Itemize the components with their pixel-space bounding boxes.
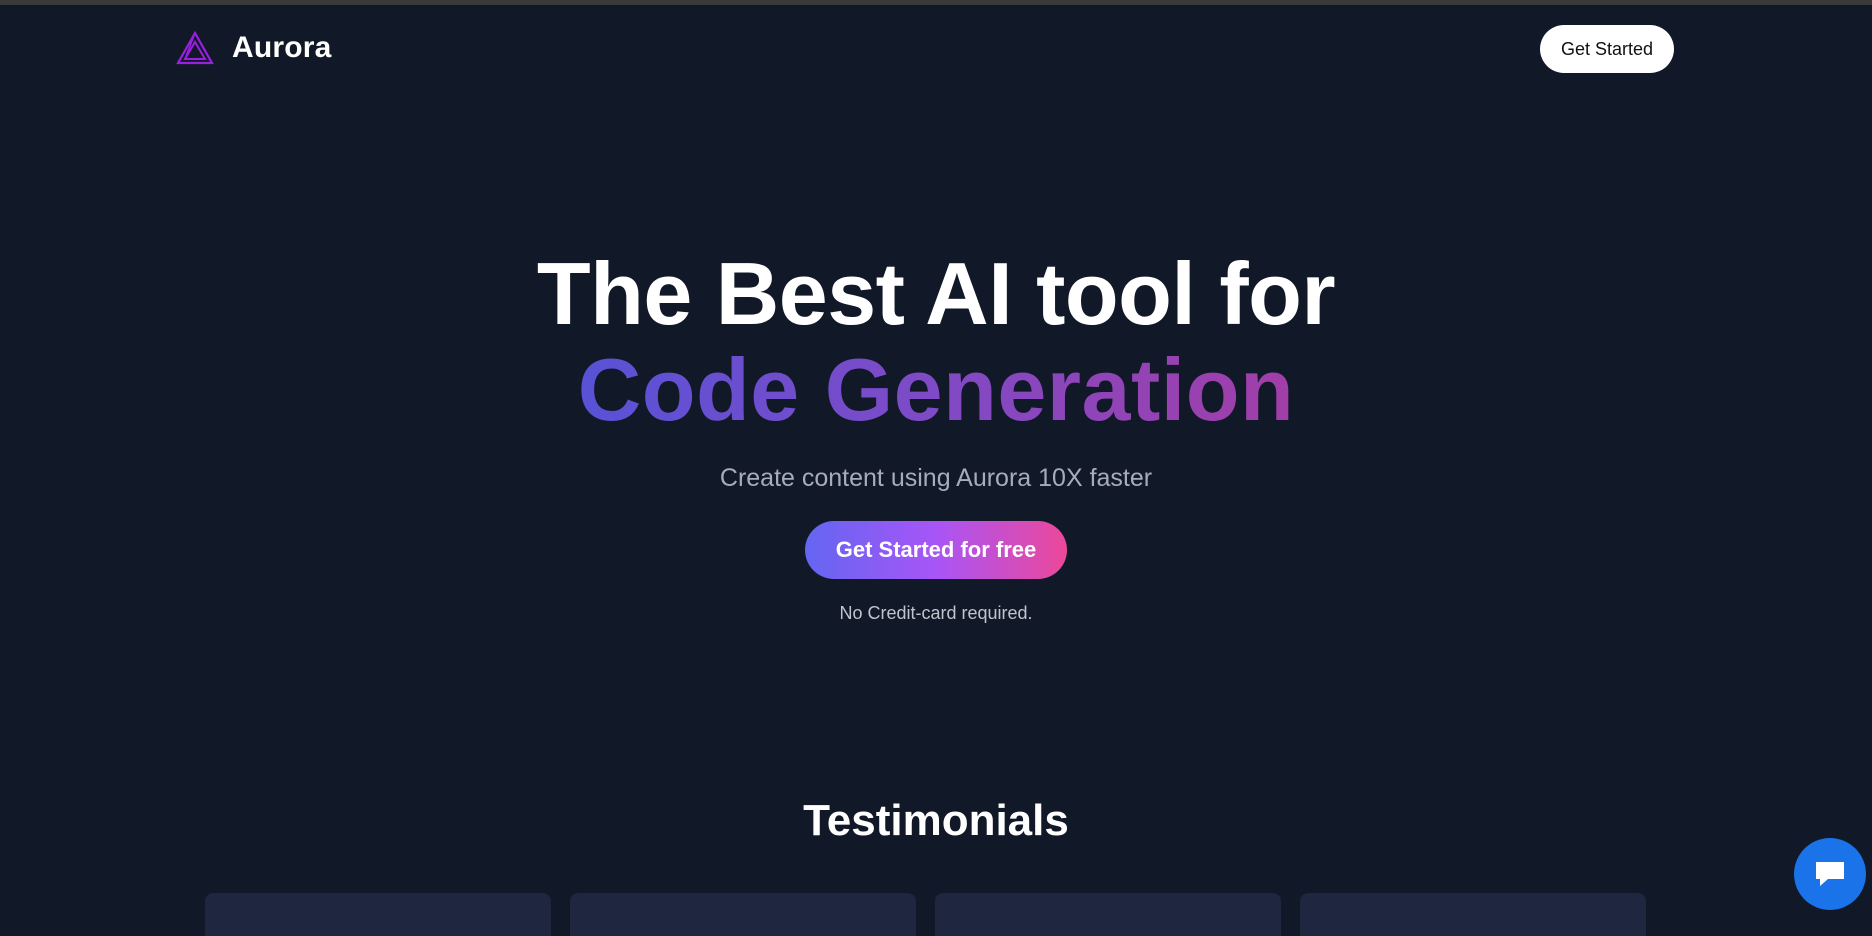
testimonial-card (935, 893, 1281, 936)
testimonials-heading: Testimonials (803, 796, 1069, 845)
triangle-logo-icon (176, 31, 214, 65)
hero-title-highlight: Code Generation (577, 340, 1295, 439)
hero-subtitle: Create content using Aurora 10X faster (719, 464, 1153, 493)
landing-page: Aurora Get Started The Best AI tool for … (0, 0, 1872, 936)
hero-title: The Best AI tool for (536, 244, 1336, 343)
navbar: Aurora Get Started (0, 5, 1872, 93)
testimonial-card (205, 893, 551, 936)
testimonial-cards (205, 893, 1646, 936)
chat-widget-button[interactable] (1794, 838, 1866, 910)
brand-logo[interactable]: Aurora (176, 31, 332, 65)
hero-section: The Best AI tool for Code Generation Cre… (0, 250, 1872, 624)
chat-bubble-icon (1816, 862, 1844, 886)
brand-name: Aurora (232, 31, 332, 64)
no-credit-card-note: No Credit-card required. (839, 603, 1033, 624)
get-started-button[interactable]: Get Started (1540, 25, 1674, 73)
testimonial-card (1300, 893, 1646, 936)
testimonial-card (570, 893, 916, 936)
get-started-free-button[interactable]: Get Started for free (805, 521, 1067, 580)
